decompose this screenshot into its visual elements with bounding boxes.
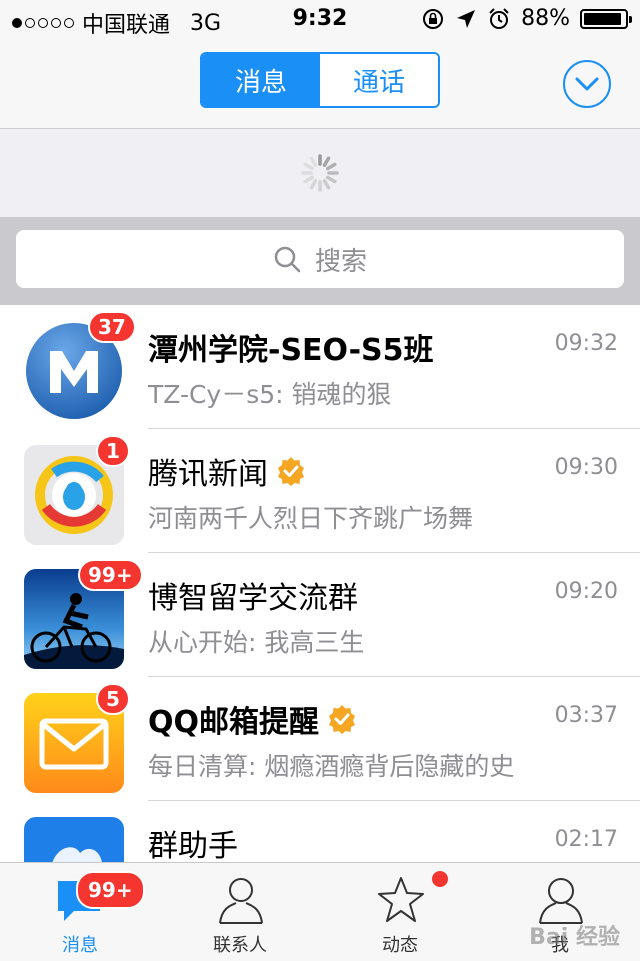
segment-calls[interactable]: 通话 xyxy=(320,54,438,106)
tab-label: 动态 xyxy=(382,935,418,956)
nav-bar: 消息 通话 xyxy=(0,40,640,129)
star-icon xyxy=(378,877,424,922)
conversation-name: 博智留学交流群 xyxy=(148,581,358,616)
rotation-lock-icon xyxy=(423,8,444,29)
conversation-preview: 每日清算: 烟瘾酒瘾背后隐藏的史 xyxy=(148,752,515,781)
alarm-icon xyxy=(489,7,509,29)
status-right: 88% xyxy=(421,6,632,31)
person-icon xyxy=(219,878,263,924)
conversation-row[interactable]: 1 腾讯新闻 09:30 河南两千人烈日下齐跳广场舞 xyxy=(0,429,640,553)
conversation-row[interactable]: 37 潭州学院-SEO-S5班 09:32 TZ-Cy－s5: 销魂的狠 xyxy=(0,305,640,429)
conversation-preview: TZ-Cy－s5: 销魂的狠 xyxy=(148,380,392,409)
segment-messages[interactable]: 消息 xyxy=(202,54,320,106)
dropdown-button[interactable] xyxy=(563,60,611,108)
conversation-name: 腾讯新闻 xyxy=(148,457,268,492)
conversation-row[interactable]: 99+ 博智留学交流群 09:20 从心开始: 我高三生 xyxy=(0,553,640,677)
conversation-row[interactable]: 5 QQ邮箱提醒 03:37 每日清算: 烟瘾酒瘾背后隐藏的史 xyxy=(0,677,640,801)
conversation-time: 02:17 xyxy=(554,827,618,852)
verified-badge-icon xyxy=(278,457,304,486)
pull-refresh-area xyxy=(0,129,640,217)
search-bar: 搜索 xyxy=(0,217,640,305)
conversation-title: 潭州学院-SEO-S5班 xyxy=(148,325,434,369)
tab-label: 消息 xyxy=(62,935,98,956)
tab-contacts[interactable]: 联系人 xyxy=(160,863,320,961)
unread-badge: 99+ xyxy=(78,559,143,591)
conversation-name: 潭州学院-SEO-S5班 xyxy=(148,333,434,368)
tab-bar: 99+ 消息 联系人 动态 我 Bai 经验 xyxy=(0,862,640,961)
search-placeholder: 搜索 xyxy=(314,246,367,277)
location-arrow-icon xyxy=(457,9,476,28)
conversation-preview: 河南两千人烈日下齐跳广场舞 xyxy=(148,504,474,533)
search-input[interactable]: 搜索 xyxy=(16,230,624,288)
unread-badge: 5 xyxy=(96,683,130,715)
tab-feed[interactable]: 动态 xyxy=(320,863,480,961)
conversation-time: 09:30 xyxy=(554,455,618,480)
segmented-control: 消息 通话 xyxy=(200,52,440,108)
verified-badge-icon xyxy=(329,705,356,734)
unread-badge: 1 xyxy=(96,435,130,467)
battery-icon xyxy=(580,8,632,29)
notification-dot xyxy=(432,871,448,887)
status-bar: 中国联通 3G 9:32 88% xyxy=(0,0,640,40)
watermark: Bai 经验 xyxy=(529,925,620,950)
search-icon xyxy=(274,246,301,273)
conversation-title: 群助手 xyxy=(148,821,238,865)
conversation-list: 37 潭州学院-SEO-S5班 09:32 TZ-Cy－s5: 销魂的狠 1 腾… xyxy=(0,305,640,925)
battery-percent: 88% xyxy=(521,6,570,31)
conversation-name: 群助手 xyxy=(148,829,238,864)
conversation-time: 09:20 xyxy=(554,579,618,604)
chevron-down-icon xyxy=(575,77,599,91)
conversation-title: 腾讯新闻 xyxy=(148,449,306,493)
tab-messages[interactable]: 99+ 消息 xyxy=(0,863,160,961)
conversation-preview: 从心开始: 我高三生 xyxy=(148,628,365,657)
conversation-name: QQ邮箱提醒 xyxy=(148,705,320,740)
tab-badge: 99+ xyxy=(76,871,145,909)
conversation-title: QQ邮箱提醒 xyxy=(148,697,357,741)
profile-icon xyxy=(539,878,583,924)
conversation-title: 博智留学交流群 xyxy=(148,573,358,617)
tab-label: 联系人 xyxy=(213,935,267,956)
conversation-time: 03:37 xyxy=(554,703,618,728)
loading-spinner-icon xyxy=(301,154,339,192)
unread-badge: 37 xyxy=(88,311,136,343)
conversation-time: 09:32 xyxy=(554,331,618,356)
